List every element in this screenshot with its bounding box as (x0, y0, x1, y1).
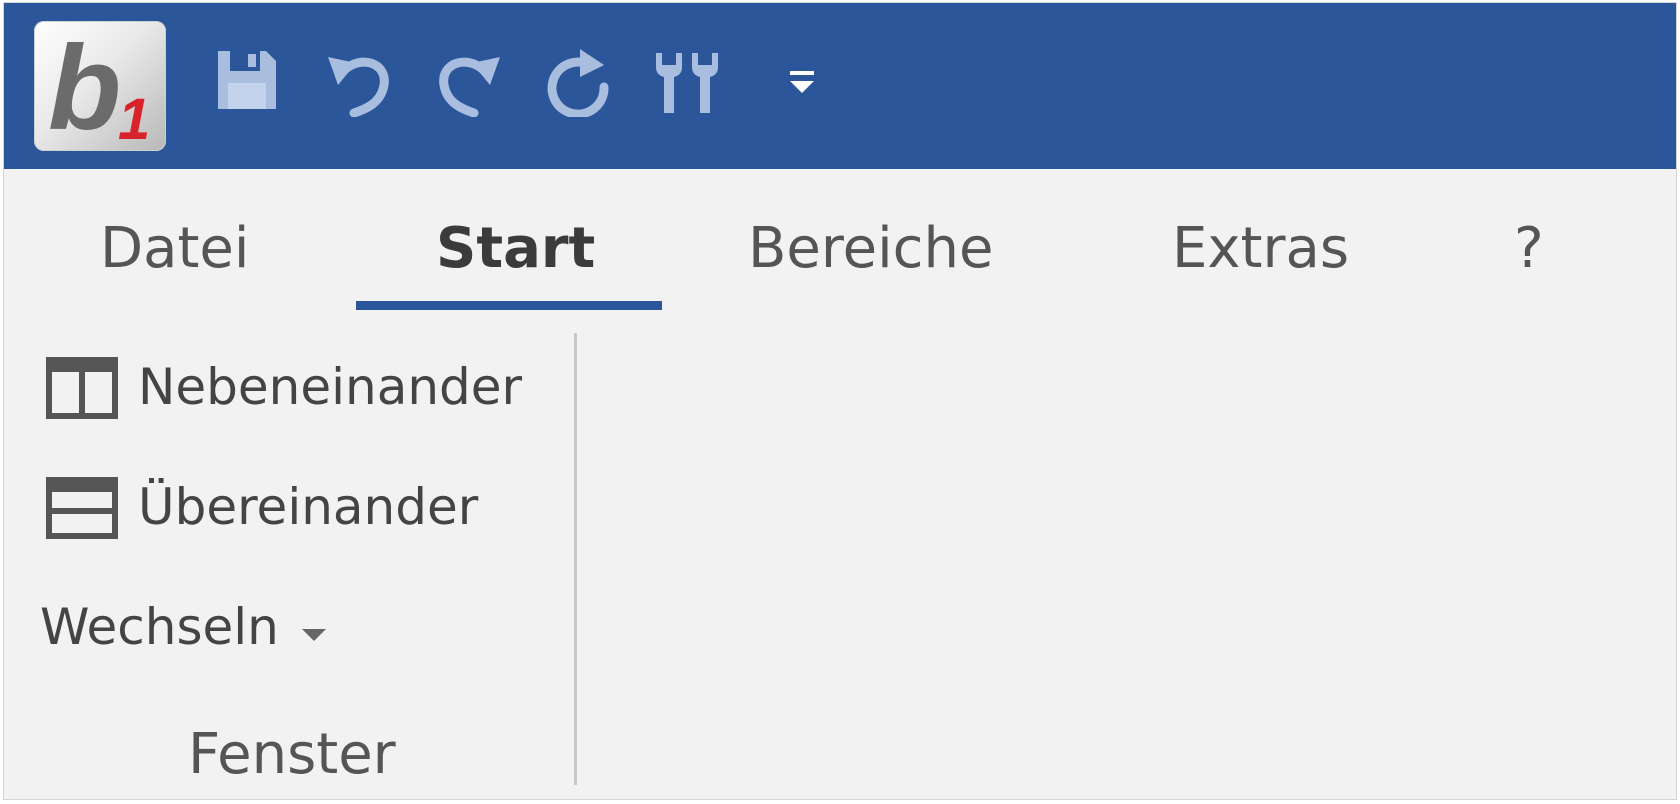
side-by-side-label: Nebeneinander (138, 358, 523, 416)
undo-icon[interactable] (326, 47, 392, 127)
application-window: b 1 Datei Start Bereiche Extras ? Nebene… (3, 2, 1677, 800)
active-tab-indicator (356, 301, 662, 310)
tab-datei[interactable]: Datei (100, 215, 249, 283)
save-icon[interactable] (214, 47, 280, 127)
group-separator (574, 333, 577, 785)
caret-down-icon (301, 628, 326, 641)
switch-window-dropdown[interactable]: Wechseln (40, 593, 326, 663)
customize-dropdown-icon[interactable] (788, 47, 818, 127)
tab-help[interactable]: ? (1514, 215, 1544, 283)
app-logo[interactable]: b 1 (34, 21, 166, 151)
stacked-label: Übereinander (138, 478, 479, 536)
svg-text:1: 1 (118, 87, 150, 151)
tab-bereiche[interactable]: Bereiche (748, 215, 993, 283)
redo-icon[interactable] (436, 47, 502, 127)
refresh-icon[interactable] (546, 47, 612, 127)
title-bar: b 1 (4, 3, 1676, 169)
tools-icon[interactable] (652, 47, 724, 127)
switch-window-label: Wechseln (40, 598, 279, 656)
tab-extras[interactable]: Extras (1172, 215, 1349, 283)
logo-graphic: b 1 (48, 21, 150, 151)
svg-text:b: b (48, 21, 121, 151)
side-by-side-icon (46, 357, 118, 419)
tab-start[interactable]: Start (436, 215, 595, 283)
stacked-icon (46, 477, 118, 539)
ribbon-group-label: Fenster (188, 722, 396, 787)
